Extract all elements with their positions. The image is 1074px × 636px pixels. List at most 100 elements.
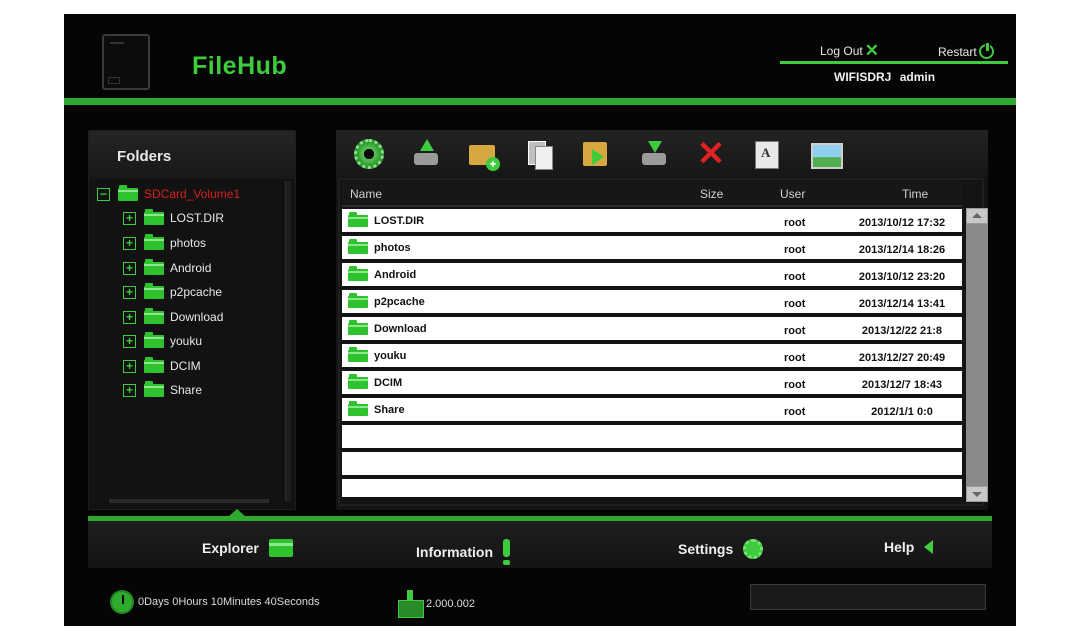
tree-item[interactable]: + p2pcache <box>123 282 223 301</box>
collapse-icon[interactable]: − <box>97 187 110 201</box>
table-row[interactable]: Download root 2013/12/22 21:8 <box>342 317 962 342</box>
expand-icon[interactable]: + <box>123 334 136 348</box>
table-row[interactable]: photos root 2013/12/14 18:26 <box>342 236 962 261</box>
tree-item[interactable]: + Download <box>123 307 223 326</box>
device-name: WIFISDRJ <box>834 70 892 84</box>
table-row[interactable]: Android root 2013/10/12 23:20 <box>342 263 962 288</box>
table-row[interactable]: Share root 2012/1/1 0:0 <box>342 398 962 423</box>
expand-icon[interactable]: + <box>123 383 136 397</box>
folder-icon <box>144 356 164 373</box>
expand-icon[interactable]: + <box>123 285 136 299</box>
folder-icon <box>348 347 368 362</box>
expand-icon[interactable]: + <box>123 359 136 373</box>
file-time: 2012/1/1 0:0 <box>871 406 933 418</box>
tree-item[interactable]: + Android <box>123 258 212 277</box>
image-icon[interactable] <box>810 139 843 169</box>
upload-icon[interactable] <box>411 139 441 169</box>
tree-scrollbar[interactable] <box>285 181 291 501</box>
header-divider <box>64 98 1016 105</box>
file-name: photos <box>374 242 411 254</box>
file-time: 2013/12/22 21:8 <box>861 325 943 337</box>
column-size[interactable]: Size <box>700 187 723 201</box>
folder-icon <box>348 320 368 335</box>
download-icon[interactable] <box>639 139 669 169</box>
file-name: LOST.DIR <box>374 215 425 227</box>
copy-icon[interactable] <box>525 139 555 170</box>
tree-root[interactable]: − SDCard_Volume1 <box>97 184 241 203</box>
scroll-down-icon[interactable] <box>966 486 988 502</box>
column-name[interactable]: Name <box>350 187 382 201</box>
folder-icon <box>144 208 164 225</box>
tree-item[interactable]: + DCIM <box>123 356 201 375</box>
bottom-nav: Explorer Information Settings Help <box>88 516 992 568</box>
file-list: Name Size User Time LOST.DIR root 2013/1… <box>338 178 988 506</box>
rename-icon[interactable] <box>753 139 783 169</box>
folders-title: Folders <box>89 131 295 179</box>
tree-item-label: DCIM <box>170 359 201 373</box>
file-time: 2013/12/14 13:41 <box>858 298 946 310</box>
tree-item-label: Share <box>170 383 203 397</box>
folder-icon <box>348 293 368 308</box>
expand-icon[interactable]: + <box>123 211 136 225</box>
restart-button[interactable]: Restart <box>938 42 994 59</box>
column-user[interactable]: User <box>780 187 805 201</box>
expand-icon[interactable]: + <box>123 261 136 275</box>
tab-help-label: Help <box>884 539 915 555</box>
folder-icon <box>144 380 164 397</box>
tree-item-label: youku <box>170 334 203 348</box>
status-progress-box <box>750 584 986 610</box>
move-icon[interactable] <box>582 139 612 169</box>
restart-label: Restart <box>938 44 977 59</box>
file-user: root <box>784 379 806 391</box>
tab-information[interactable]: Information <box>416 539 510 565</box>
tree-item-label: Android <box>170 261 212 275</box>
table-row[interactable]: youku root 2013/12/27 20:49 <box>342 344 962 369</box>
version-text: 2.000.002 <box>426 598 475 610</box>
file-user: root <box>784 352 806 364</box>
gear-icon[interactable] <box>354 139 384 169</box>
file-toolbar: ✕ <box>336 130 988 178</box>
tree-item[interactable]: + youku <box>123 331 203 350</box>
scroll-up-icon[interactable] <box>966 208 988 224</box>
tree-item-label: LOST.DIR <box>170 211 225 225</box>
delete-icon[interactable]: ✕ <box>696 137 726 171</box>
top-links: Log Out ✕ Restart <box>780 42 1008 64</box>
tree-item[interactable]: + Share <box>123 380 203 399</box>
folder-icon <box>348 239 368 254</box>
table-row[interactable]: LOST.DIR root 2013/10/12 17:32 <box>342 209 962 234</box>
uptime-status: 0Days 0Hours 10Minutes 40Seconds <box>110 590 320 614</box>
clock-icon <box>110 590 134 614</box>
power-icon <box>978 42 994 59</box>
tree-item[interactable]: + LOST.DIR <box>123 208 225 227</box>
new-folder-icon[interactable] <box>468 139 500 171</box>
empty-row <box>342 479 962 499</box>
folder-icon <box>144 307 164 324</box>
tree-root-label: SDCard_Volume1 <box>144 187 241 201</box>
column-time[interactable]: Time <box>902 187 928 201</box>
tab-settings[interactable]: Settings <box>678 539 764 559</box>
device-icon <box>102 34 150 90</box>
file-list-header: Name Size User Time <box>342 181 962 207</box>
file-time: 2013/12/27 20:49 <box>858 352 946 364</box>
tab-information-label: Information <box>416 544 493 560</box>
tree-horizontal-scrollbar[interactable] <box>109 499 269 503</box>
folders-panel: Folders − SDCard_Volume1 + LOST.DIR + ph… <box>88 130 296 510</box>
tree-item-label: p2pcache <box>170 285 223 299</box>
folder-icon <box>144 282 164 299</box>
version-status: 2.000.002 <box>398 590 475 618</box>
uptime-text: 0Days 0Hours 10Minutes 40Seconds <box>138 596 320 608</box>
file-user: root <box>784 217 806 229</box>
file-name: Share <box>374 404 405 416</box>
expand-icon[interactable]: + <box>123 310 136 324</box>
table-row[interactable]: p2pcache root 2013/12/14 13:41 <box>342 290 962 315</box>
logout-button[interactable]: Log Out ✕ <box>820 41 879 60</box>
file-list-scrollbar[interactable] <box>966 208 988 502</box>
folder-icon <box>268 539 293 557</box>
folder-tree: − SDCard_Volume1 + LOST.DIR + photos + A… <box>91 181 279 501</box>
table-row[interactable]: DCIM root 2013/12/7 18:43 <box>342 371 962 396</box>
tree-item[interactable]: + photos <box>123 233 206 252</box>
expand-icon[interactable]: + <box>123 236 136 250</box>
close-x-icon: ✕ <box>864 41 879 60</box>
tab-explorer[interactable]: Explorer <box>202 539 293 557</box>
tab-help[interactable]: Help <box>884 539 934 555</box>
